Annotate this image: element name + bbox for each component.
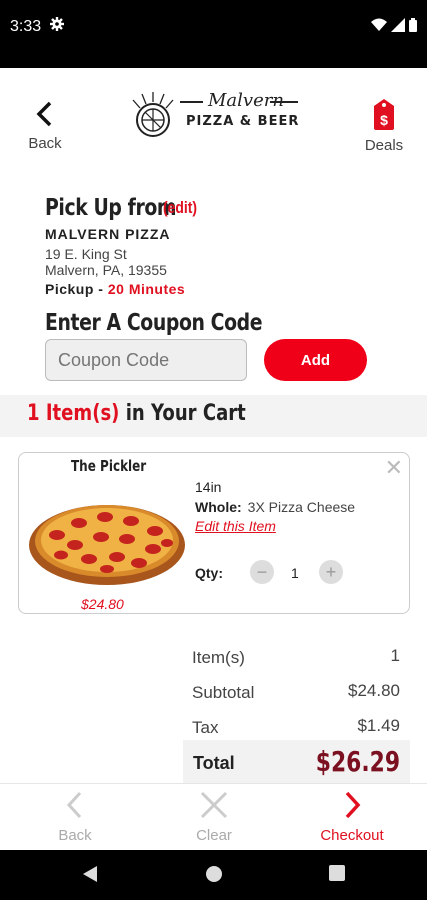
logo-script-text: Malvern: [208, 90, 284, 111]
nav-back-button[interactable]: Back: [25, 790, 125, 844]
status-bar: 3:33: [0, 0, 427, 68]
chevron-left-icon: [34, 101, 56, 132]
summary-total-row: Total $26.29: [183, 740, 410, 784]
nav-checkout-button[interactable]: Checkout: [302, 790, 402, 844]
summary-tax-value: $1.49: [357, 716, 400, 735]
deals-label: Deals: [364, 137, 404, 154]
store-name: MALVERN PIZZA: [45, 226, 171, 242]
qty-increment-button[interactable]: +: [319, 560, 343, 584]
edit-item-link[interactable]: Edit this Item: [195, 518, 276, 534]
coupon-code-input[interactable]: [45, 339, 247, 381]
gear-icon: [50, 17, 64, 36]
signal-icon: [391, 18, 405, 37]
nav-checkout-label: Checkout: [320, 827, 384, 844]
price-tag-icon: $: [372, 99, 396, 134]
store-address-line1: 19 E. King St: [45, 246, 127, 262]
status-time: 3:33: [10, 18, 42, 35]
cart-heading-suffix: in Your Cart: [119, 401, 246, 426]
remove-item-icon[interactable]: ✕: [385, 455, 403, 481]
item-price: $24.80: [81, 596, 124, 612]
summary-tax-label: Tax: [192, 718, 219, 737]
summary-subtotal-row: Subtotal $24.80: [192, 677, 404, 709]
item-whole-label: Whole:: [195, 499, 242, 515]
qty-value: 1: [291, 565, 299, 581]
item-whole-value: 3X Pizza Cheese: [247, 499, 356, 515]
cart-heading: 1 Item(s) in Your Cart: [27, 401, 246, 426]
item-toppings: Whole: 3X Pizza Cheese: [195, 499, 355, 515]
close-icon: [199, 791, 229, 824]
chevron-right-icon: [342, 791, 362, 824]
add-coupon-button[interactable]: Add: [264, 339, 367, 381]
edit-pickup-link[interactable]: (edit): [163, 198, 197, 218]
deals-button[interactable]: $ Deals: [359, 98, 409, 154]
store-address-line2: Malvern, PA, 19355: [45, 262, 167, 278]
pizza-image: [29, 505, 185, 585]
header-back-label: Back: [28, 135, 62, 152]
summary-total-value: $26.29: [315, 745, 400, 778]
system-home-icon[interactable]: [205, 865, 223, 888]
summary-items-row: Item(s) 1: [192, 642, 404, 674]
app-header: Back Malvern PIZZA & BEER $ Deals: [0, 68, 427, 168]
android-system-nav: [0, 850, 427, 900]
cart-item-card: The Pickler ✕ $24.80 14in Whole: 3X Pizza…: [18, 452, 410, 614]
logo-main-text: PIZZA & BEER: [186, 114, 300, 129]
svg-text:$: $: [380, 112, 388, 128]
cart-item-count: 1 Item(s): [27, 401, 120, 426]
nav-back-label: Back: [58, 827, 92, 844]
header-back-button[interactable]: Back: [22, 100, 68, 152]
qty-label: Qty:: [195, 565, 223, 581]
item-size: 14in: [195, 479, 222, 495]
chevron-left-icon: [65, 791, 85, 824]
summary-subtotal-value: $24.80: [348, 681, 400, 700]
system-recents-icon[interactable]: [329, 865, 345, 886]
pickup-time-value: 20 Minutes: [107, 281, 186, 297]
nav-clear-button[interactable]: Clear: [164, 790, 264, 844]
pickup-title: Pick Up from: [45, 195, 177, 221]
qty-decrement-button[interactable]: −: [250, 560, 274, 584]
pickup-time-line: Pickup - 20 Minutes: [45, 281, 185, 297]
coupon-title: Enter A Coupon Code: [45, 310, 263, 336]
battery-icon: [409, 18, 417, 37]
pickup-time-label: Pickup -: [45, 281, 108, 297]
system-back-icon[interactable]: [82, 865, 98, 888]
item-name: The Pickler: [71, 457, 147, 475]
summary-subtotal-label: Subtotal: [192, 683, 255, 702]
summary-items-value: 1: [390, 646, 400, 665]
restaurant-logo: Malvern PIZZA & BEER: [128, 88, 303, 148]
summary-total-label: Total: [193, 753, 235, 773]
bottom-nav: Back Clear Checkout: [0, 783, 427, 850]
nav-clear-label: Clear: [196, 827, 232, 844]
summary-items-label: Item(s): [192, 648, 245, 667]
wifi-icon: [371, 18, 387, 37]
status-icons: [371, 18, 417, 37]
